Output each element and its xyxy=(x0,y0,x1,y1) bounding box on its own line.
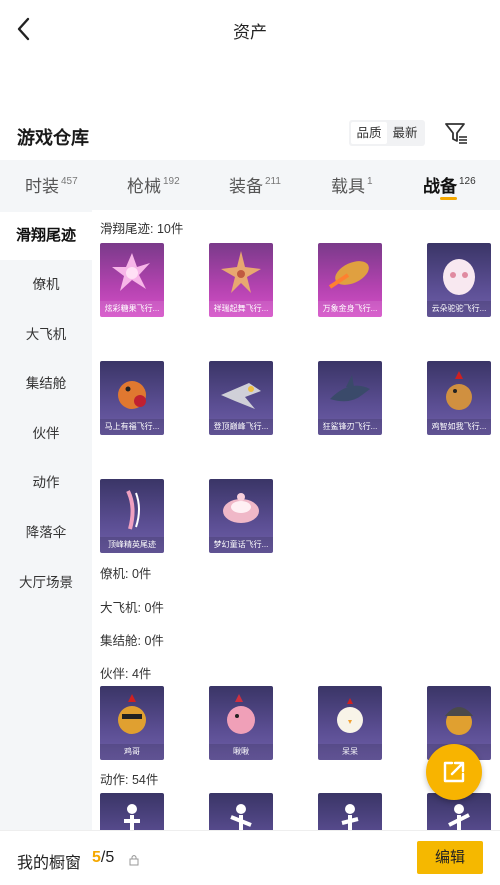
item-card[interactable]: 祥瑞起舞飞行... xyxy=(209,243,273,317)
tab-label: 战备 xyxy=(423,177,457,196)
item-card[interactable]: 呆呆 xyxy=(318,686,382,760)
item-name: 呆呆 xyxy=(318,744,382,760)
sidebar-item-bigplane[interactable]: 大飞机 xyxy=(0,311,92,359)
category-tabs: 时装 457 枪械 192 装备 211 载具 1 战备 126 xyxy=(0,160,500,210)
item-name: 顶峰精英尾迹 xyxy=(100,537,164,553)
item-name: 马上有福飞行... xyxy=(100,419,164,435)
group-label-partner: 伙伴: 4件 xyxy=(100,667,152,681)
item-name: 鸡智如我飞行... xyxy=(427,419,491,435)
chicken-icon xyxy=(446,371,472,410)
share-button[interactable] xyxy=(426,744,482,800)
group-label-bigplane: 大飞机: 0件 xyxy=(100,601,164,615)
tab-label: 枪械 xyxy=(127,177,161,196)
item-name: 登顶巅峰飞行... xyxy=(209,419,273,435)
item-name: 狂鲨锋刃飞行... xyxy=(318,419,382,435)
group-label-trail: 滑翔尾迹: 10件 xyxy=(100,222,184,236)
item-card[interactable] xyxy=(100,793,164,830)
sidebar-item-partner[interactable]: 伙伴 xyxy=(0,410,92,458)
tab-equipment[interactable]: 装备 211 xyxy=(229,172,281,197)
sort-quality-button[interactable]: 品质 xyxy=(351,122,387,144)
tab-weapons[interactable]: 枪械 192 xyxy=(127,172,180,197)
fairy-carriage-icon xyxy=(223,493,259,523)
lock-icon xyxy=(129,853,139,866)
tab-count: 1 xyxy=(367,176,373,187)
showcase-count-current: 5 xyxy=(92,849,101,866)
elite-trail-icon xyxy=(126,490,140,530)
item-card[interactable] xyxy=(318,793,382,830)
item-name: 鸡哥 xyxy=(100,744,164,760)
item-card[interactable]: 鸡哥 xyxy=(100,686,164,760)
page-title: 资产 xyxy=(233,23,267,42)
showcase-count: 5/5 xyxy=(92,849,114,867)
warehouse-header: 游戏仓库 品质 最新 xyxy=(0,110,500,156)
group-label-wingman: 僚机: 0件 xyxy=(100,567,152,581)
item-card[interactable]: 炫彩糖果飞行... xyxy=(100,243,164,317)
item-card[interactable]: 顶峰精英尾迹 xyxy=(100,479,164,553)
sidebar-item-parachute[interactable]: 降落伞 xyxy=(0,509,92,557)
sort-toggle: 品质 最新 xyxy=(349,120,425,146)
showcase-bar: 我的橱窗 5/5 编辑 xyxy=(0,830,500,885)
group-label-emote: 动作: 54件 xyxy=(100,773,159,787)
sidebar-item-pod[interactable]: 集结舱 xyxy=(0,360,92,408)
helmet-chicken-icon xyxy=(445,707,473,735)
item-name: 梦幻童话飞行... xyxy=(209,537,273,553)
tab-vehicles[interactable]: 载具 1 xyxy=(331,172,373,197)
dance-pose-icon xyxy=(341,804,359,830)
item-card[interactable]: 鸡智如我飞行... xyxy=(427,361,491,435)
plane-icon xyxy=(221,383,261,409)
tab-label: 载具 xyxy=(331,177,365,196)
tab-count: 211 xyxy=(265,176,281,187)
warehouse-title: 游戏仓库 xyxy=(17,128,89,148)
showcase-count-total: /5 xyxy=(100,849,115,866)
item-content: 滑翔尾迹: 10件 炫彩糖果飞行... 祥瑞起舞飞行... 万象金身飞行... … xyxy=(92,210,500,830)
active-tab-indicator xyxy=(440,197,457,200)
shark-icon xyxy=(330,375,370,402)
item-card[interactable]: 梦幻童话飞行... xyxy=(209,479,273,553)
item-card[interactable]: 狂鲨锋刃飞行... xyxy=(318,361,382,435)
tab-label: 装备 xyxy=(229,177,263,196)
sort-newest-button[interactable]: 最新 xyxy=(387,122,423,144)
chick-partner-icon xyxy=(337,698,363,733)
item-name: 云朵驼驼飞行... xyxy=(427,301,491,317)
cloud-alpaca-icon xyxy=(443,259,475,295)
tab-label: 时装 xyxy=(25,177,59,196)
item-card[interactable]: 万象金身飞行... xyxy=(318,243,382,317)
item-card[interactable]: 马上有福飞行... xyxy=(100,361,164,435)
star-trail-icon xyxy=(221,251,261,293)
tab-count: 126 xyxy=(459,176,476,187)
tab-fashion[interactable]: 时装 457 xyxy=(25,172,78,197)
share-icon xyxy=(443,761,465,783)
top-bar: 资产 xyxy=(0,0,500,58)
item-name: 啾啾 xyxy=(209,744,273,760)
showcase-label: 我的橱窗 xyxy=(17,855,82,872)
tab-count: 192 xyxy=(163,176,180,187)
sidebar-item-wingman[interactable]: 僚机 xyxy=(0,261,92,309)
edit-button[interactable]: 编辑 xyxy=(417,841,483,874)
item-card[interactable]: 啾啾 xyxy=(209,686,273,760)
horse-icon xyxy=(118,381,146,409)
item-name: 万象金身飞行... xyxy=(318,301,382,317)
dance-pose-icon xyxy=(230,804,252,830)
dance-pose-icon xyxy=(448,804,470,830)
filter-icon[interactable] xyxy=(443,120,469,146)
subcategory-sidebar: 滑翔尾迹 僚机 大飞机 集结舱 伙伴 动作 降落伞 大厅场景 xyxy=(0,210,92,830)
item-card[interactable] xyxy=(209,793,273,830)
item-name: 祥瑞起舞飞行... xyxy=(209,301,273,317)
dance-pose-icon xyxy=(124,804,140,830)
item-name: 炫彩糖果飞行... xyxy=(100,301,164,317)
golden-trail-icon xyxy=(328,261,369,289)
bird-partner-icon xyxy=(227,694,255,734)
candy-trail-icon xyxy=(112,253,150,291)
tab-count: 457 xyxy=(61,176,78,187)
chicken-partner-icon xyxy=(118,694,146,734)
sidebar-item-trail[interactable]: 滑翔尾迹 xyxy=(0,212,92,260)
sidebar-item-lobby[interactable]: 大厅场景 xyxy=(0,559,92,607)
group-label-pod: 集结舱: 0件 xyxy=(100,634,164,648)
sidebar-item-emote[interactable]: 动作 xyxy=(0,459,92,507)
item-card[interactable]: 登顶巅峰飞行... xyxy=(209,361,273,435)
tab-battle-gear[interactable]: 战备 126 xyxy=(423,172,476,197)
item-card[interactable]: 云朵驼驼飞行... xyxy=(427,243,491,317)
